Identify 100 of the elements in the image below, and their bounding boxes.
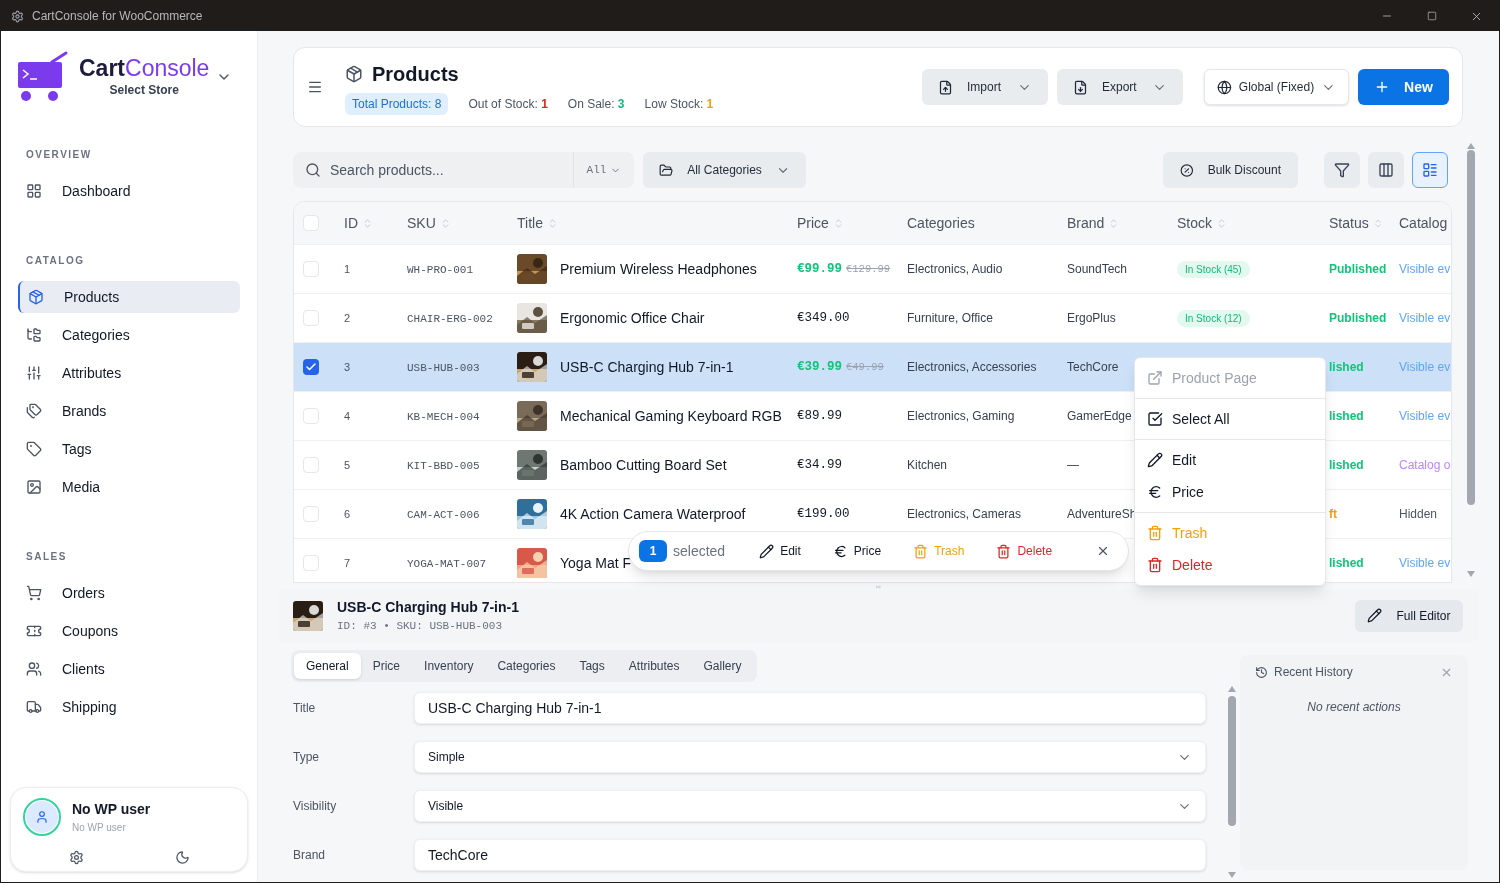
sort-icon[interactable] — [1216, 217, 1227, 229]
nav-item[interactable]: Clients — [18, 653, 240, 685]
checkbox-icon — [1147, 411, 1163, 427]
nav-item[interactable]: Orders — [18, 577, 240, 609]
category-dropdown[interactable]: All Categories — [643, 152, 806, 188]
menu-item[interactable]: Edit — [1135, 444, 1325, 476]
table-cell: 7 — [344, 557, 351, 569]
column-header[interactable]: Status — [1329, 212, 1369, 234]
tab[interactable]: Inventory — [412, 653, 486, 679]
theme-button[interactable] — [174, 850, 190, 865]
nav-item[interactable]: Products — [18, 281, 240, 313]
column-header[interactable]: Catalog — [1399, 212, 1448, 234]
tab[interactable]: Attributes — [616, 653, 692, 679]
row-checkbox[interactable] — [303, 215, 319, 231]
nav-item[interactable]: Attributes — [18, 357, 240, 389]
table-cell: 1 — [344, 263, 351, 275]
stat-text: Low Stock: 1 — [644, 96, 714, 113]
import-button[interactable]: Import — [922, 69, 1048, 105]
nav-item[interactable]: Dashboard — [18, 175, 240, 207]
old-price-text: €49.99 — [846, 359, 884, 375]
tab[interactable]: Tags — [567, 653, 617, 679]
settings-button[interactable] — [68, 850, 84, 865]
folder-icon — [659, 162, 674, 178]
row-checkbox[interactable] — [303, 506, 319, 522]
scroll-down-icon[interactable] — [1467, 571, 1475, 577]
sort-icon[interactable] — [362, 217, 373, 229]
tab[interactable]: Gallery — [691, 653, 754, 679]
product-title: Premium Wireless Headphones — [560, 259, 757, 279]
scope-dropdown[interactable]: Global (Fixed) — [1204, 69, 1349, 105]
nav-item[interactable]: Brands — [18, 395, 240, 427]
filter-button[interactable] — [1324, 152, 1360, 188]
columns-button[interactable] — [1368, 152, 1404, 188]
field-label: Visibility — [292, 798, 338, 815]
nav-item[interactable]: Media — [18, 471, 240, 503]
cart-logo — [18, 50, 68, 103]
nav-item[interactable]: Coupons — [18, 615, 240, 647]
nav-item[interactable]: Shipping — [18, 691, 240, 723]
list-button[interactable] — [1412, 152, 1448, 188]
new-button[interactable]: New — [1358, 69, 1449, 105]
grip-icon[interactable] — [873, 583, 883, 590]
export-button[interactable]: Export — [1057, 69, 1183, 105]
scroll-up-icon[interactable] — [1228, 686, 1236, 692]
history-icon — [1255, 665, 1268, 679]
nav-item[interactable]: Categories — [18, 319, 240, 351]
edit-action[interactable]: Edit — [759, 542, 801, 560]
menu-icon — [307, 79, 323, 95]
trash-icon — [996, 543, 1012, 559]
row-checkbox[interactable] — [303, 310, 319, 326]
column-header[interactable]: ID — [344, 212, 358, 234]
select-field[interactable]: Visible — [414, 790, 1206, 822]
status-text: Published — [1329, 311, 1387, 325]
scroll-down-icon[interactable] — [1228, 872, 1236, 878]
column-header[interactable]: SKU — [407, 212, 436, 234]
row-checkbox[interactable] — [303, 408, 319, 424]
tab[interactable]: General — [294, 653, 361, 679]
row-checkbox[interactable] — [303, 359, 319, 375]
product-title: Mechanical Gaming Keyboard RGB — [560, 406, 782, 426]
close-button[interactable] — [1096, 544, 1110, 558]
row-checkbox[interactable] — [303, 261, 319, 277]
table-cell: CHAIR-ERG-002 — [407, 312, 493, 325]
sort-icon[interactable] — [1372, 217, 1383, 229]
tab[interactable]: Categories — [485, 653, 568, 679]
menu-button[interactable] — [307, 79, 323, 95]
select-field[interactable]: Simple — [414, 741, 1206, 773]
text-field[interactable]: TechCore — [414, 839, 1206, 871]
delete-action[interactable]: Delete — [996, 542, 1053, 560]
column-header[interactable]: Price — [797, 212, 829, 234]
bulk-discount-button[interactable]: Bulk Discount — [1163, 152, 1298, 188]
selection-label: selected — [673, 541, 726, 561]
catalog-text: Hidden — [1399, 507, 1438, 521]
store-selector[interactable]: Select Store — [109, 80, 179, 99]
text-field[interactable]: USB-C Charging Hub 7-in-1 — [414, 692, 1206, 724]
row-checkbox[interactable] — [303, 457, 319, 473]
table-cell: ErgoPlus — [1067, 311, 1116, 325]
column-header[interactable]: Categories — [907, 212, 975, 234]
column-header[interactable]: Stock — [1177, 212, 1212, 234]
menu-item[interactable]: Select All — [1135, 403, 1325, 435]
full-editor-button[interactable]: Full Editor — [1355, 599, 1463, 632]
column-header[interactable]: Title — [517, 212, 543, 234]
check-icon — [305, 361, 317, 373]
product-title: USB-C Charging Hub 7-in-1 — [560, 357, 734, 377]
table-cell: YOGA-MAT-007 — [407, 557, 487, 570]
table-cell: USB-HUB-003 — [407, 361, 480, 374]
pencil-icon — [1367, 608, 1383, 623]
pencil-icon — [1147, 452, 1163, 468]
table-cell: Furniture, Office — [907, 311, 993, 325]
table-cell: CAM-ACT-006 — [407, 508, 480, 521]
column-header[interactable]: Brand — [1067, 212, 1105, 234]
menu-item[interactable]: Delete — [1135, 549, 1325, 581]
file-up-icon — [938, 79, 953, 95]
nav-item[interactable]: Tags — [18, 433, 240, 465]
row-checkbox[interactable] — [303, 555, 319, 571]
price-action[interactable]: Price — [832, 542, 882, 560]
table-cell: Electronics, Cameras — [907, 507, 1022, 521]
scroll-thumb[interactable] — [1228, 696, 1236, 826]
tab[interactable]: Price — [360, 653, 413, 679]
grid-icon — [26, 183, 42, 199]
product-title: Ergonomic Office Chair — [560, 308, 705, 328]
scope-select[interactable]: All — [573, 152, 634, 188]
search-field[interactable]: Search products... — [293, 152, 573, 188]
